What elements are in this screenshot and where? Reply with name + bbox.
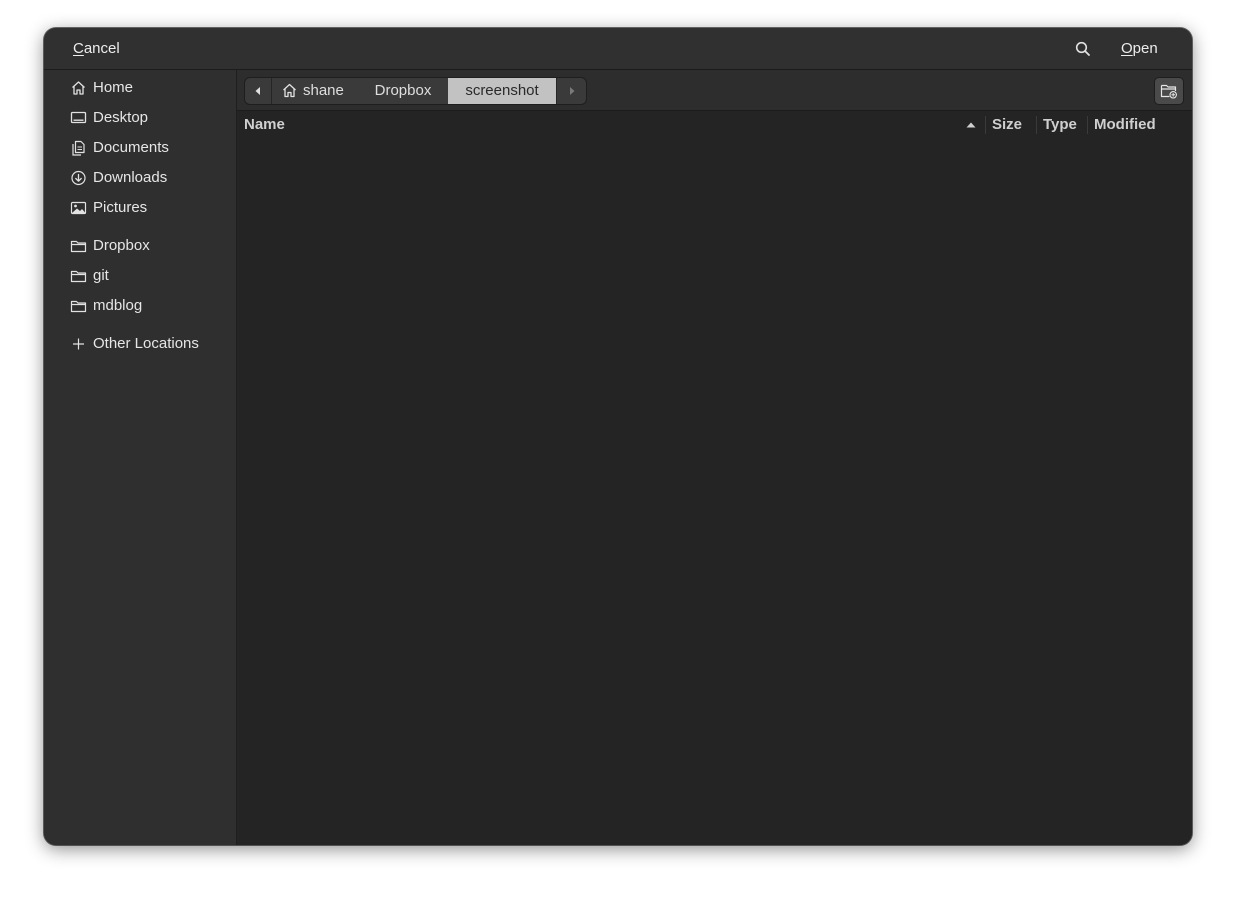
breadcrumb: shane Dropbox screenshot xyxy=(244,77,587,105)
crumb-dropbox[interactable]: Dropbox xyxy=(358,78,448,104)
sidebar-item-label: git xyxy=(93,267,109,284)
column-header-size[interactable]: Size xyxy=(992,111,1022,139)
sidebar-item-downloads[interactable]: Downloads xyxy=(44,163,236,193)
home-icon xyxy=(72,81,85,95)
sidebar-item-dropbox[interactable]: Dropbox xyxy=(44,231,236,261)
column-separator xyxy=(1036,116,1037,134)
sidebar-item-label: Downloads xyxy=(93,169,168,186)
column-separator xyxy=(1087,116,1088,134)
file-browser: shane Dropbox screenshot Name Size Type … xyxy=(237,70,1192,845)
sidebar-item-home[interactable]: Home xyxy=(44,73,236,103)
documents-icon xyxy=(72,140,85,156)
cancel-label: ancel xyxy=(83,40,120,57)
chevron-left-icon xyxy=(255,87,260,95)
search-icon xyxy=(1075,41,1090,56)
sidebar-item-label: Desktop xyxy=(93,109,149,126)
downloads-icon xyxy=(71,170,86,186)
search-button[interactable] xyxy=(1073,39,1093,59)
sidebar-item-label: Documents xyxy=(93,139,169,156)
plus-icon xyxy=(73,338,84,350)
sidebar-item-label: Dropbox xyxy=(93,237,150,254)
sidebar-item-desktop[interactable]: Desktop xyxy=(44,103,236,133)
column-header-name[interactable]: Name xyxy=(244,111,285,139)
cancel-button[interactable]: Cancel xyxy=(73,37,120,61)
folder-icon xyxy=(70,270,87,283)
crumb-label: screenshot xyxy=(465,82,539,99)
column-header-modified[interactable]: Modified xyxy=(1094,111,1156,139)
new-folder-button[interactable] xyxy=(1154,77,1184,105)
file-list[interactable] xyxy=(237,139,1192,845)
sort-ascending-icon xyxy=(966,122,976,128)
cancel-mnemonic: C xyxy=(73,40,84,57)
crumb-label: shane xyxy=(303,82,344,99)
column-header-type[interactable]: Type xyxy=(1043,111,1077,139)
sidebar-item-label: mdblog xyxy=(93,297,143,314)
sidebar-item-label: Home xyxy=(93,79,134,96)
sidebar-item-pictures[interactable]: Pictures xyxy=(44,193,236,223)
column-header-row: Name Size Type Modified xyxy=(237,111,1192,139)
sidebar-item-mdblog[interactable]: mdblog xyxy=(44,291,236,321)
sidebar-item-documents[interactable]: Documents xyxy=(44,133,236,163)
crumb-home-shane[interactable]: shane xyxy=(272,78,358,104)
open-mnemonic: O xyxy=(1121,40,1133,57)
folder-icon xyxy=(70,240,87,253)
places-sidebar: Home Desktop Documents Downloads Picture… xyxy=(44,70,237,845)
sidebar-item-label: Other Locations xyxy=(93,335,199,352)
new-folder-icon xyxy=(1160,84,1177,99)
pictures-icon xyxy=(70,201,87,215)
sidebar-item-git[interactable]: git xyxy=(44,261,236,291)
desktop-icon xyxy=(70,111,87,124)
home-icon xyxy=(283,83,296,98)
path-bar: shane Dropbox screenshot xyxy=(237,70,1192,111)
path-scroll-left-button[interactable] xyxy=(245,78,272,104)
folder-icon xyxy=(70,300,87,313)
file-chooser-dialog: Cancel Open Home Desktop Documents Downl… xyxy=(44,28,1192,845)
open-button[interactable]: Open xyxy=(1121,37,1158,61)
chevron-right-icon xyxy=(570,87,575,95)
header-bar: Cancel Open xyxy=(44,28,1192,70)
open-label: pen xyxy=(1132,40,1158,57)
sidebar-item-other-locations[interactable]: Other Locations xyxy=(44,329,236,359)
crumb-screenshot[interactable]: screenshot xyxy=(448,78,556,104)
path-scroll-right-button[interactable] xyxy=(556,78,586,104)
crumb-label: Dropbox xyxy=(374,82,432,99)
column-separator xyxy=(985,116,986,134)
sidebar-item-label: Pictures xyxy=(93,199,148,216)
